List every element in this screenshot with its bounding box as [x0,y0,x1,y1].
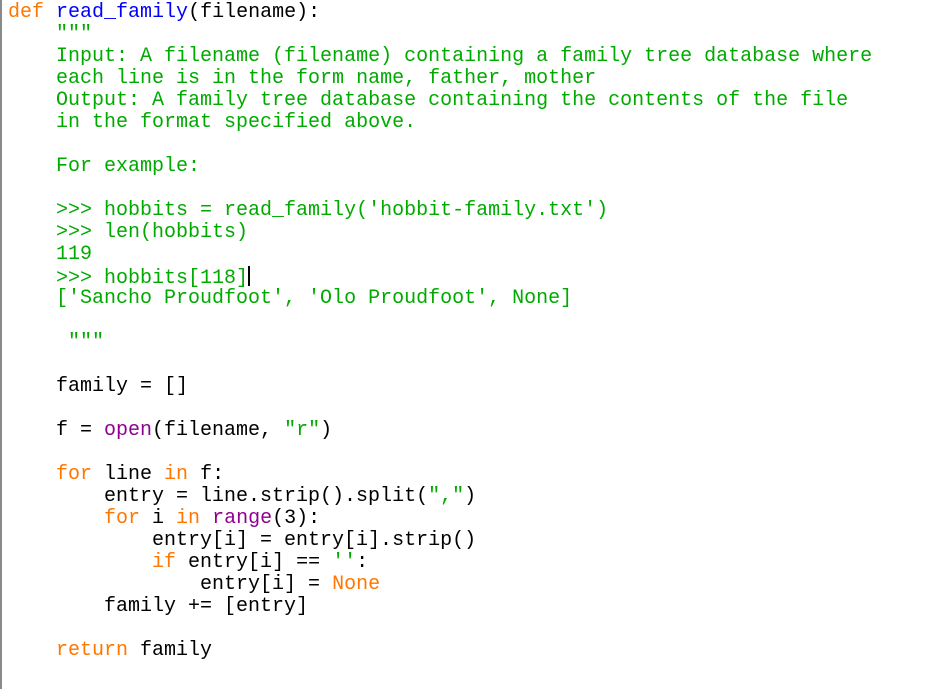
string-token: "r" [284,419,321,442]
code-line[interactable] [8,134,872,156]
code-line[interactable]: entry[i] = None [8,574,872,596]
string-token: >>> len(hobbits) [56,221,249,244]
string-token: """ [56,23,93,46]
code-line[interactable]: for i in range(3): [8,508,872,530]
code-token: f = [8,419,105,442]
string-token: '' [332,551,357,574]
text-cursor [248,266,251,286]
code-token: entry[i] = entry[i].strip() [8,529,477,552]
keyword-token: in [176,507,201,530]
code-line[interactable]: """ [8,332,872,354]
code-line[interactable]: for line in f: [8,464,872,486]
code-line[interactable] [8,398,872,420]
builtin-token: range [212,507,273,530]
code-line[interactable]: return family [8,640,872,662]
code-line[interactable]: in the format specified above. [8,112,872,134]
code-line[interactable] [8,354,872,376]
string-token: "," [428,485,465,508]
string-token: """ [68,331,105,354]
code-line[interactable]: family += [entry] [8,596,872,618]
code-editor[interactable]: def read_family(filename): """ Input: A … [0,0,942,689]
string-token: 119 [56,243,93,266]
code-line[interactable]: ['Sancho Proudfoot', 'Olo Proudfoot', No… [8,288,872,310]
code-line[interactable]: 119 [8,244,872,266]
code-line[interactable]: Output: A family tree database containin… [8,90,872,112]
code-token: line [92,463,165,486]
code-line[interactable] [8,178,872,200]
code-token: ) [464,485,477,508]
code-token: f: [188,463,225,486]
code-line[interactable]: family = [] [8,376,872,398]
string-token: Input: A filename (filename) containing … [56,45,873,68]
code-line[interactable]: """ [8,24,872,46]
keyword-token: def [8,1,45,24]
code-line[interactable]: Input: A filename (filename) containing … [8,46,872,68]
code-line[interactable]: def read_family(filename): [8,2,872,24]
code-token: family += [entry] [8,595,309,618]
code-token: (filename, [152,419,285,442]
code-token: i [140,507,177,530]
code-line[interactable]: >>> len(hobbits) [8,222,872,244]
code-token: entry = line.strip().split( [8,485,429,508]
keyword-token: if [152,551,177,574]
string-token: each line is in the form name, father, m… [56,67,597,90]
code-token: (3): [272,507,321,530]
string-token: in the format specified above. [56,111,417,134]
code-token: ) [320,419,333,442]
code-token: entry[i] = [8,573,333,596]
keyword-token: in [164,463,189,486]
code-token: family [128,639,213,662]
code-line[interactable]: For example: [8,156,872,178]
code-line[interactable] [8,618,872,640]
code-token: (filename): [188,1,321,24]
function-name-token: read_family [56,1,189,24]
keyword-token: for [104,507,141,530]
string-token: For example: [56,155,201,178]
code-token: : [356,551,369,574]
code-line[interactable] [8,442,872,464]
code-line[interactable] [8,310,872,332]
code-line[interactable]: f = open(filename, "r") [8,420,872,442]
code-line[interactable]: if entry[i] == '': [8,552,872,574]
code-line[interactable]: entry[i] = entry[i].strip() [8,530,872,552]
code-line[interactable]: entry = line.strip().split(",") [8,486,872,508]
string-token: Output: A family tree database containin… [56,89,849,112]
keyword-token: None [332,573,381,596]
code-line[interactable]: >>> hobbits[118] [8,266,872,290]
keyword-token: for [56,463,93,486]
code-line[interactable]: >>> hobbits = read_family('hobbit-family… [8,200,872,222]
keyword-token: return [56,639,129,662]
string-token: >>> hobbits = read_family('hobbit-family… [56,199,609,222]
builtin-token: open [104,419,153,442]
code-line[interactable]: each line is in the form name, father, m… [8,68,872,90]
string-token: ['Sancho Proudfoot', 'Olo Proudfoot', No… [56,287,573,310]
code-text-area[interactable]: def read_family(filename): """ Input: A … [8,2,872,662]
code-token: entry[i] == [176,551,333,574]
code-token: family = [] [8,375,189,398]
